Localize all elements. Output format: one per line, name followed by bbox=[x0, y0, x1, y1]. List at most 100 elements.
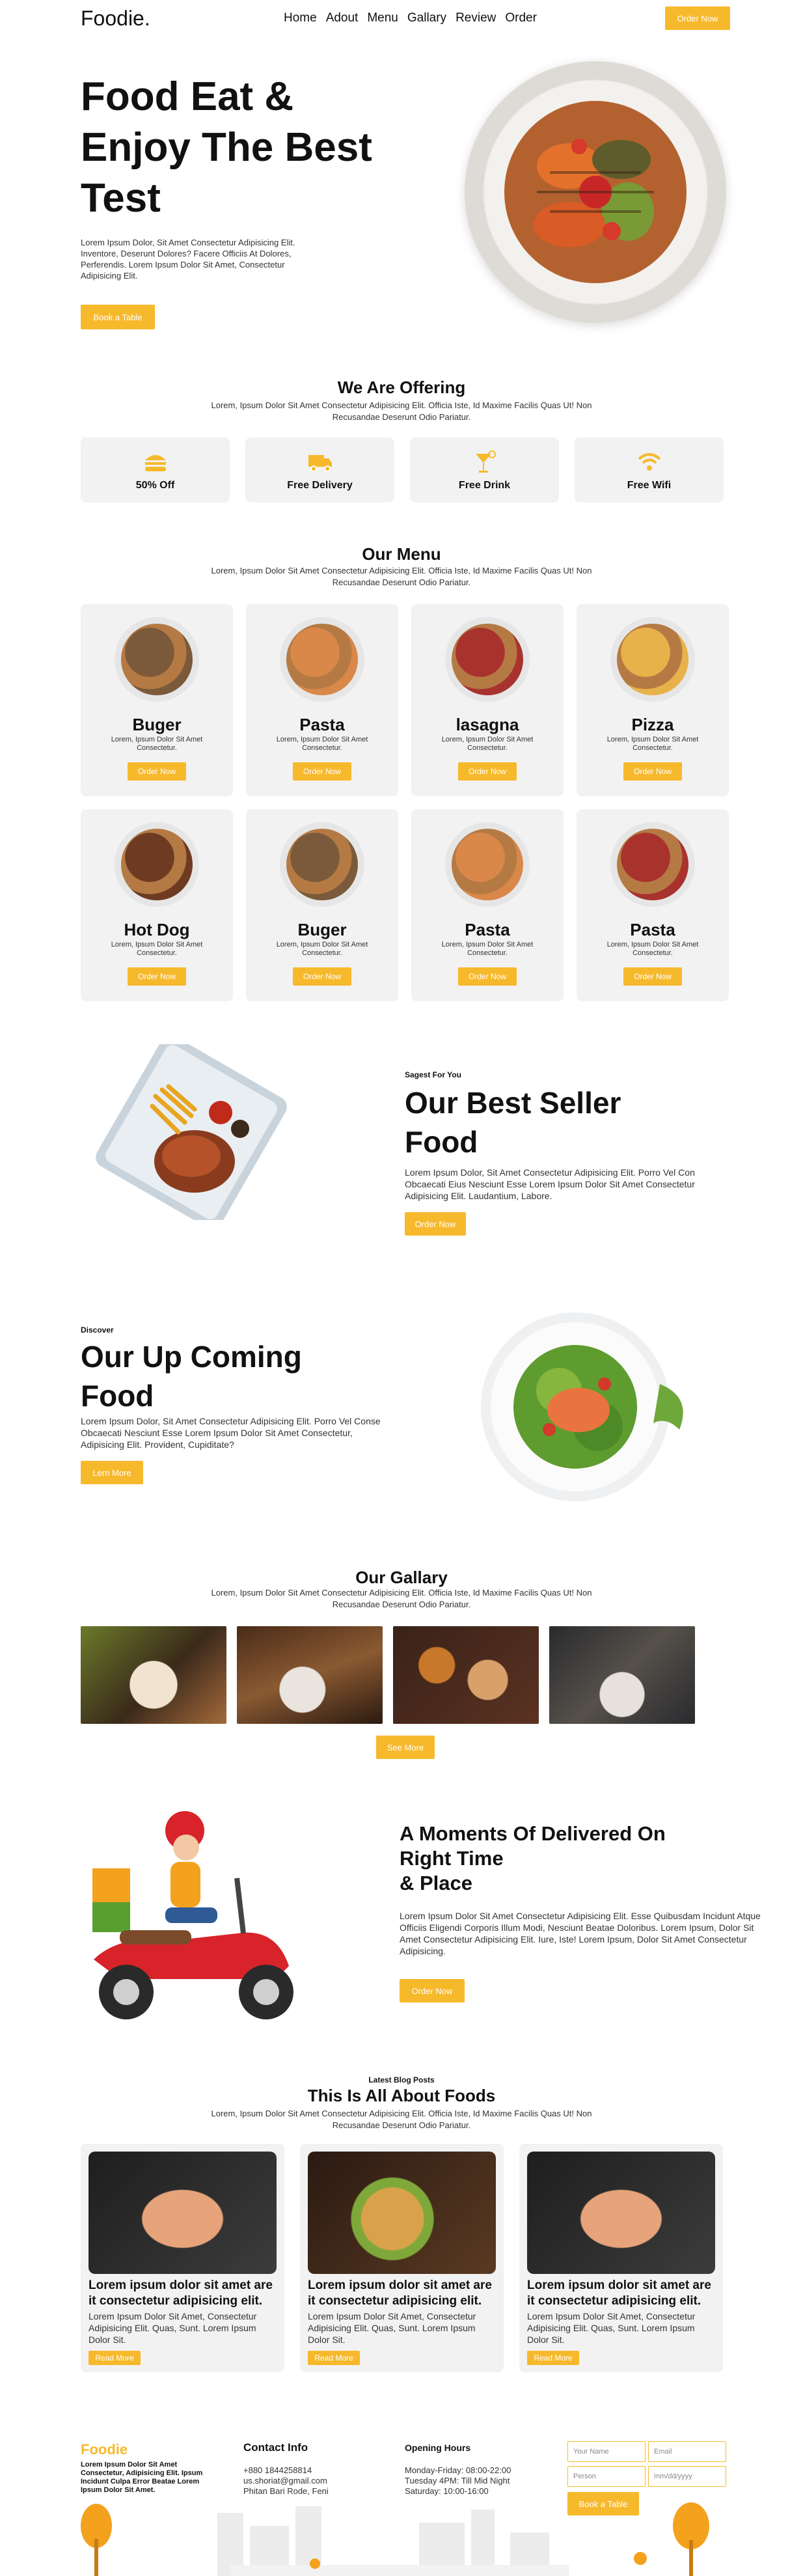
contact-title: Contact Info bbox=[243, 2441, 308, 2454]
offer-card[interactable]: Free Wifi bbox=[575, 437, 724, 503]
menu-item-desc: Lorem, Ipsum Dolor Sit Amet Consectetur. bbox=[606, 941, 699, 957]
contact-phone[interactable]: +880 1844258814 bbox=[243, 2465, 312, 2476]
nav-gallery[interactable]: Gallary bbox=[407, 11, 446, 25]
blog-image[interactable] bbox=[88, 2152, 277, 2274]
menu-item-desc: Lorem, Ipsum Dolor Sit Amet Consectetur. bbox=[111, 941, 203, 957]
blog-card: Lorem ipsum dolor sit amet are it consec… bbox=[81, 2144, 284, 2372]
menu-dish-image[interactable] bbox=[115, 617, 199, 702]
truck-icon bbox=[308, 455, 332, 472]
menu-dish-image[interactable] bbox=[610, 822, 695, 907]
menu-item-desc: Lorem, Ipsum Dolor Sit Amet Consectetur. bbox=[441, 941, 534, 957]
menu-item-name: Pasta bbox=[630, 920, 675, 939]
read-more-button[interactable]: Read More bbox=[88, 2351, 141, 2365]
nav-about[interactable]: Adout bbox=[326, 11, 359, 25]
blog-card: Lorem ipsum dolor sit amet are it consec… bbox=[300, 2144, 504, 2372]
blog-image[interactable] bbox=[308, 2152, 496, 2274]
menu-dish-image[interactable] bbox=[610, 617, 695, 702]
menu-subtitle: Lorem, Ipsum Dolor Sit Amet Consectetur … bbox=[211, 566, 592, 587]
menu-order-button[interactable]: Order Now bbox=[458, 762, 517, 781]
header-order-button[interactable]: Order Now bbox=[665, 7, 730, 30]
dish-food bbox=[121, 624, 193, 695]
menu-card: Buger Lorem, Ipsum Dolor Sit Amet Consect… bbox=[81, 604, 233, 796]
menu-card: Hot Dog Lorem, Ipsum Dolor Sit Amet Conse… bbox=[81, 809, 233, 1001]
footer-book-table-button[interactable]: Book a Table bbox=[567, 2492, 639, 2515]
offering-title: We Are Offering bbox=[337, 378, 466, 397]
menu-card: Pasta Lorem, Ipsum Dolor Sit Amet Consect… bbox=[577, 809, 729, 1001]
menu-dish-image[interactable] bbox=[445, 822, 530, 907]
delivery-order-button[interactable]: Order Now bbox=[400, 1979, 465, 2002]
burger-icon bbox=[144, 455, 166, 471]
book-table-button[interactable]: Book a Table bbox=[81, 305, 155, 329]
dish-food bbox=[452, 624, 523, 695]
hours-line: Monday-Friday: 08:00-22:00 bbox=[405, 2465, 511, 2475]
nav-menu[interactable]: Menu bbox=[367, 11, 398, 25]
blog-card: Lorem ipsum dolor sit amet are it consec… bbox=[519, 2144, 723, 2372]
read-more-button[interactable]: Read More bbox=[527, 2351, 579, 2365]
upcoming-title: Our Up Coming Food bbox=[81, 1337, 302, 1415]
blog-post-title[interactable]: Lorem ipsum dolor sit amet are it consec… bbox=[88, 2278, 279, 2309]
menu-card: Pizza Lorem, Ipsum Dolor Sit Amet Consect… bbox=[577, 604, 729, 796]
contact-email[interactable]: us.shoriat@gmail.com bbox=[243, 2476, 327, 2486]
nav-home[interactable]: Home bbox=[284, 11, 317, 25]
date-input[interactable]: mm/dd/yyyy bbox=[648, 2466, 726, 2487]
logo[interactable]: Foodie. bbox=[81, 7, 150, 31]
offer-card[interactable]: Free Drink bbox=[410, 437, 559, 503]
blog-post-title[interactable]: Lorem ipsum dolor sit amet are it consec… bbox=[527, 2278, 717, 2309]
offer-card[interactable]: Free Delivery bbox=[245, 437, 394, 503]
hours-line: Saturday: 10:00-16:00 bbox=[405, 2486, 489, 2496]
menu-item-desc: Lorem, Ipsum Dolor Sit Amet Consectetur. bbox=[111, 736, 203, 752]
name-input[interactable]: Your Name bbox=[567, 2441, 646, 2462]
blog-post-title[interactable]: Lorem ipsum dolor sit amet are it consec… bbox=[308, 2278, 498, 2309]
see-more-button[interactable]: See More bbox=[376, 1736, 435, 1759]
menu-order-button[interactable]: Order Now bbox=[458, 967, 517, 986]
gallery-image[interactable] bbox=[549, 1626, 695, 1724]
offering-list: 50% Off Free Delivery Free Drink Free Wi… bbox=[81, 437, 724, 503]
menu-order-button[interactable]: Order Now bbox=[623, 762, 682, 781]
person-input[interactable]: Person bbox=[567, 2466, 646, 2487]
menu-card: lasagna Lorem, Ipsum Dolor Sit Amet Conse… bbox=[411, 604, 564, 796]
menu-order-button[interactable]: Order Now bbox=[293, 967, 351, 986]
hero-food-image bbox=[465, 61, 726, 323]
read-more-button[interactable]: Read More bbox=[308, 2351, 360, 2365]
menu-item-desc: Lorem, Ipsum Dolor Sit Amet Consectetur. bbox=[606, 736, 699, 752]
hours-title: Opening Hours bbox=[405, 2443, 471, 2453]
menu-order-button[interactable]: Order Now bbox=[128, 762, 186, 781]
menu-dish-image[interactable] bbox=[115, 822, 199, 907]
contact-address: Phitan Bari Rode, Feni bbox=[243, 2486, 329, 2496]
footer-logo[interactable]: Foodie bbox=[81, 2441, 128, 2458]
menu-dish-image[interactable] bbox=[445, 617, 530, 702]
gallery-image[interactable] bbox=[393, 1626, 539, 1724]
page: Foodie. Home Adout Menu Gallary Review O… bbox=[0, 0, 803, 2576]
dish-food bbox=[286, 829, 358, 900]
hero-text: Lorem Ipsum Dolor, Sit Amet Consectetur … bbox=[81, 238, 295, 281]
main-nav: Home Adout Menu Gallary Review Order bbox=[284, 11, 537, 25]
gallery-image[interactable] bbox=[237, 1626, 383, 1724]
learn-more-button[interactable]: Lern More bbox=[81, 1461, 143, 1484]
menu-card: Pasta Lorem, Ipsum Dolor Sit Amet Consect… bbox=[411, 809, 564, 1001]
hero-title-line: Test bbox=[81, 176, 161, 221]
blog-image[interactable] bbox=[527, 2152, 715, 2274]
gallery-subtitle: Lorem, Ipsum Dolor Sit Amet Consectetur … bbox=[211, 1588, 592, 1609]
menu-order-button[interactable]: Order Now bbox=[293, 762, 351, 781]
gallery-grid bbox=[81, 1626, 695, 1724]
menu-order-button[interactable]: Order Now bbox=[623, 967, 682, 986]
offer-card[interactable]: 50% Off bbox=[81, 437, 230, 503]
dish-food bbox=[452, 829, 523, 900]
upcoming-text: Lorem Ipsum Dolor, Sit Amet Consectetur … bbox=[81, 1416, 381, 1450]
hero-title-line: Food Eat & bbox=[81, 74, 294, 119]
dish-food bbox=[286, 624, 358, 695]
blog-subtitle: Lorem, Ipsum Dolor Sit Amet Consectetur … bbox=[211, 2109, 592, 2130]
nav-order[interactable]: Order bbox=[505, 11, 537, 25]
menu-dish-image[interactable] bbox=[280, 822, 364, 907]
menu-item-name: Pizza bbox=[631, 715, 674, 734]
gallery-image[interactable] bbox=[81, 1626, 226, 1724]
nav-review[interactable]: Review bbox=[456, 11, 496, 25]
best-seller-order-button[interactable]: Order Now bbox=[405, 1212, 466, 1236]
salmon-salad-image bbox=[481, 1312, 683, 1501]
menu-item-name: Pasta bbox=[299, 715, 345, 734]
menu-dish-image[interactable] bbox=[280, 617, 364, 702]
email-input[interactable]: Email bbox=[648, 2441, 726, 2462]
blog-post-text: Lorem Ipsum Dolor Sit Amet, Consectetur … bbox=[308, 2311, 476, 2345]
menu-order-button[interactable]: Order Now bbox=[128, 967, 186, 986]
title-line: Right Time bbox=[400, 1847, 504, 1870]
